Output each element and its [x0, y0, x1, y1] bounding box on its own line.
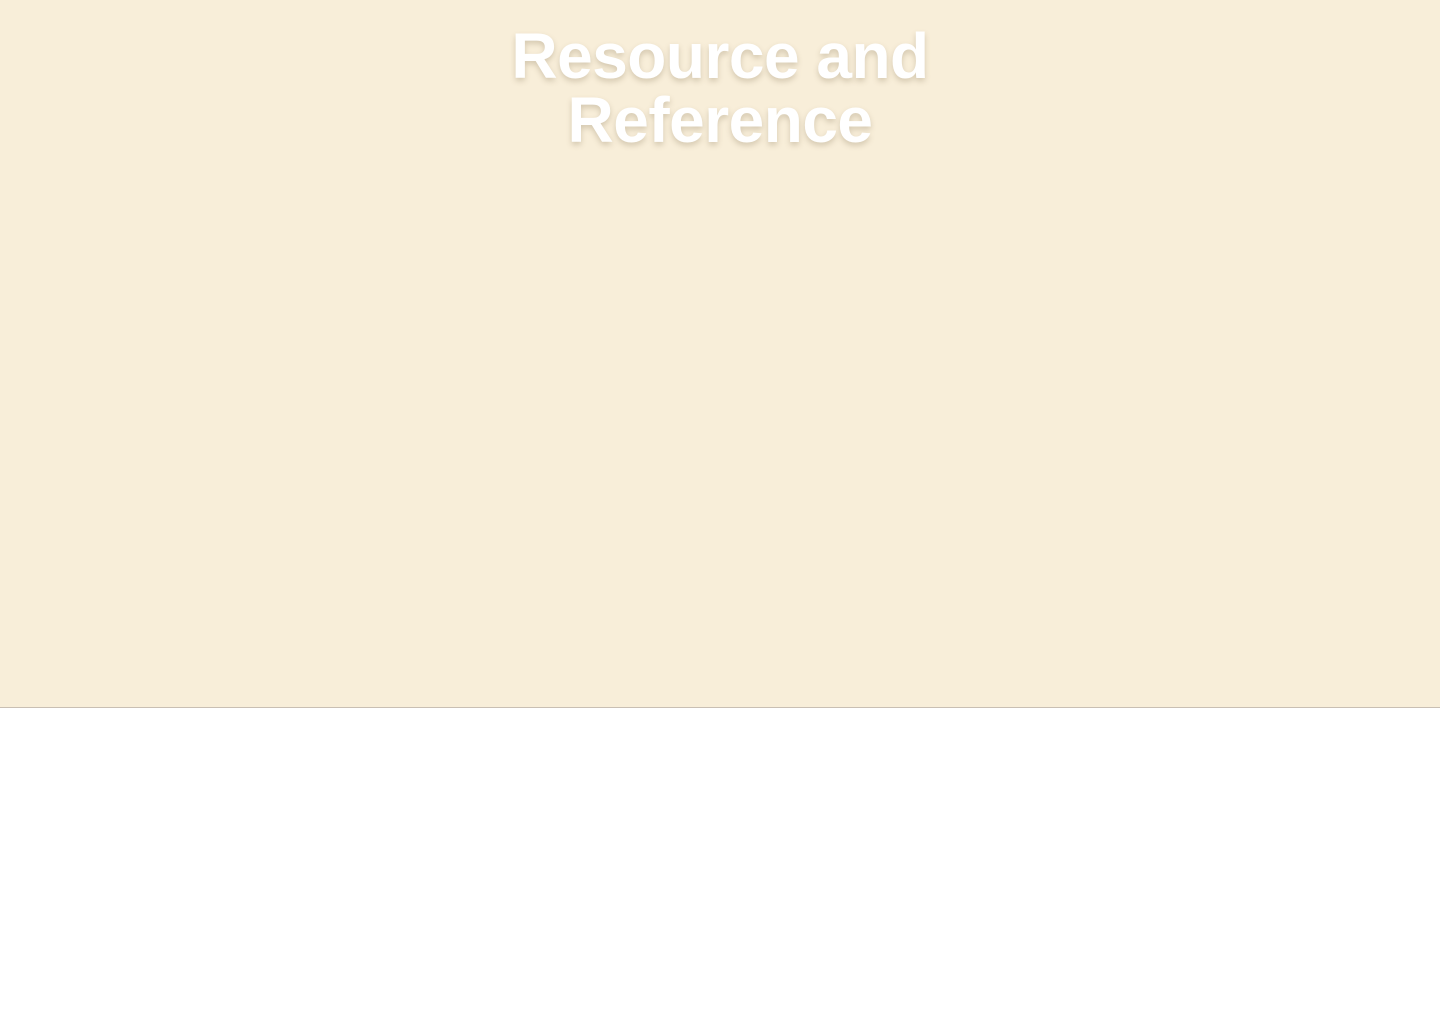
content-area — [0, 708, 1440, 1024]
page-title-line-2: Reference — [567, 84, 874, 156]
page-title: Resource and Reference — [0, 24, 1440, 152]
hero-banner: Resource and Reference — [0, 0, 1440, 708]
page-title-line-1: Resource and — [511, 20, 929, 92]
